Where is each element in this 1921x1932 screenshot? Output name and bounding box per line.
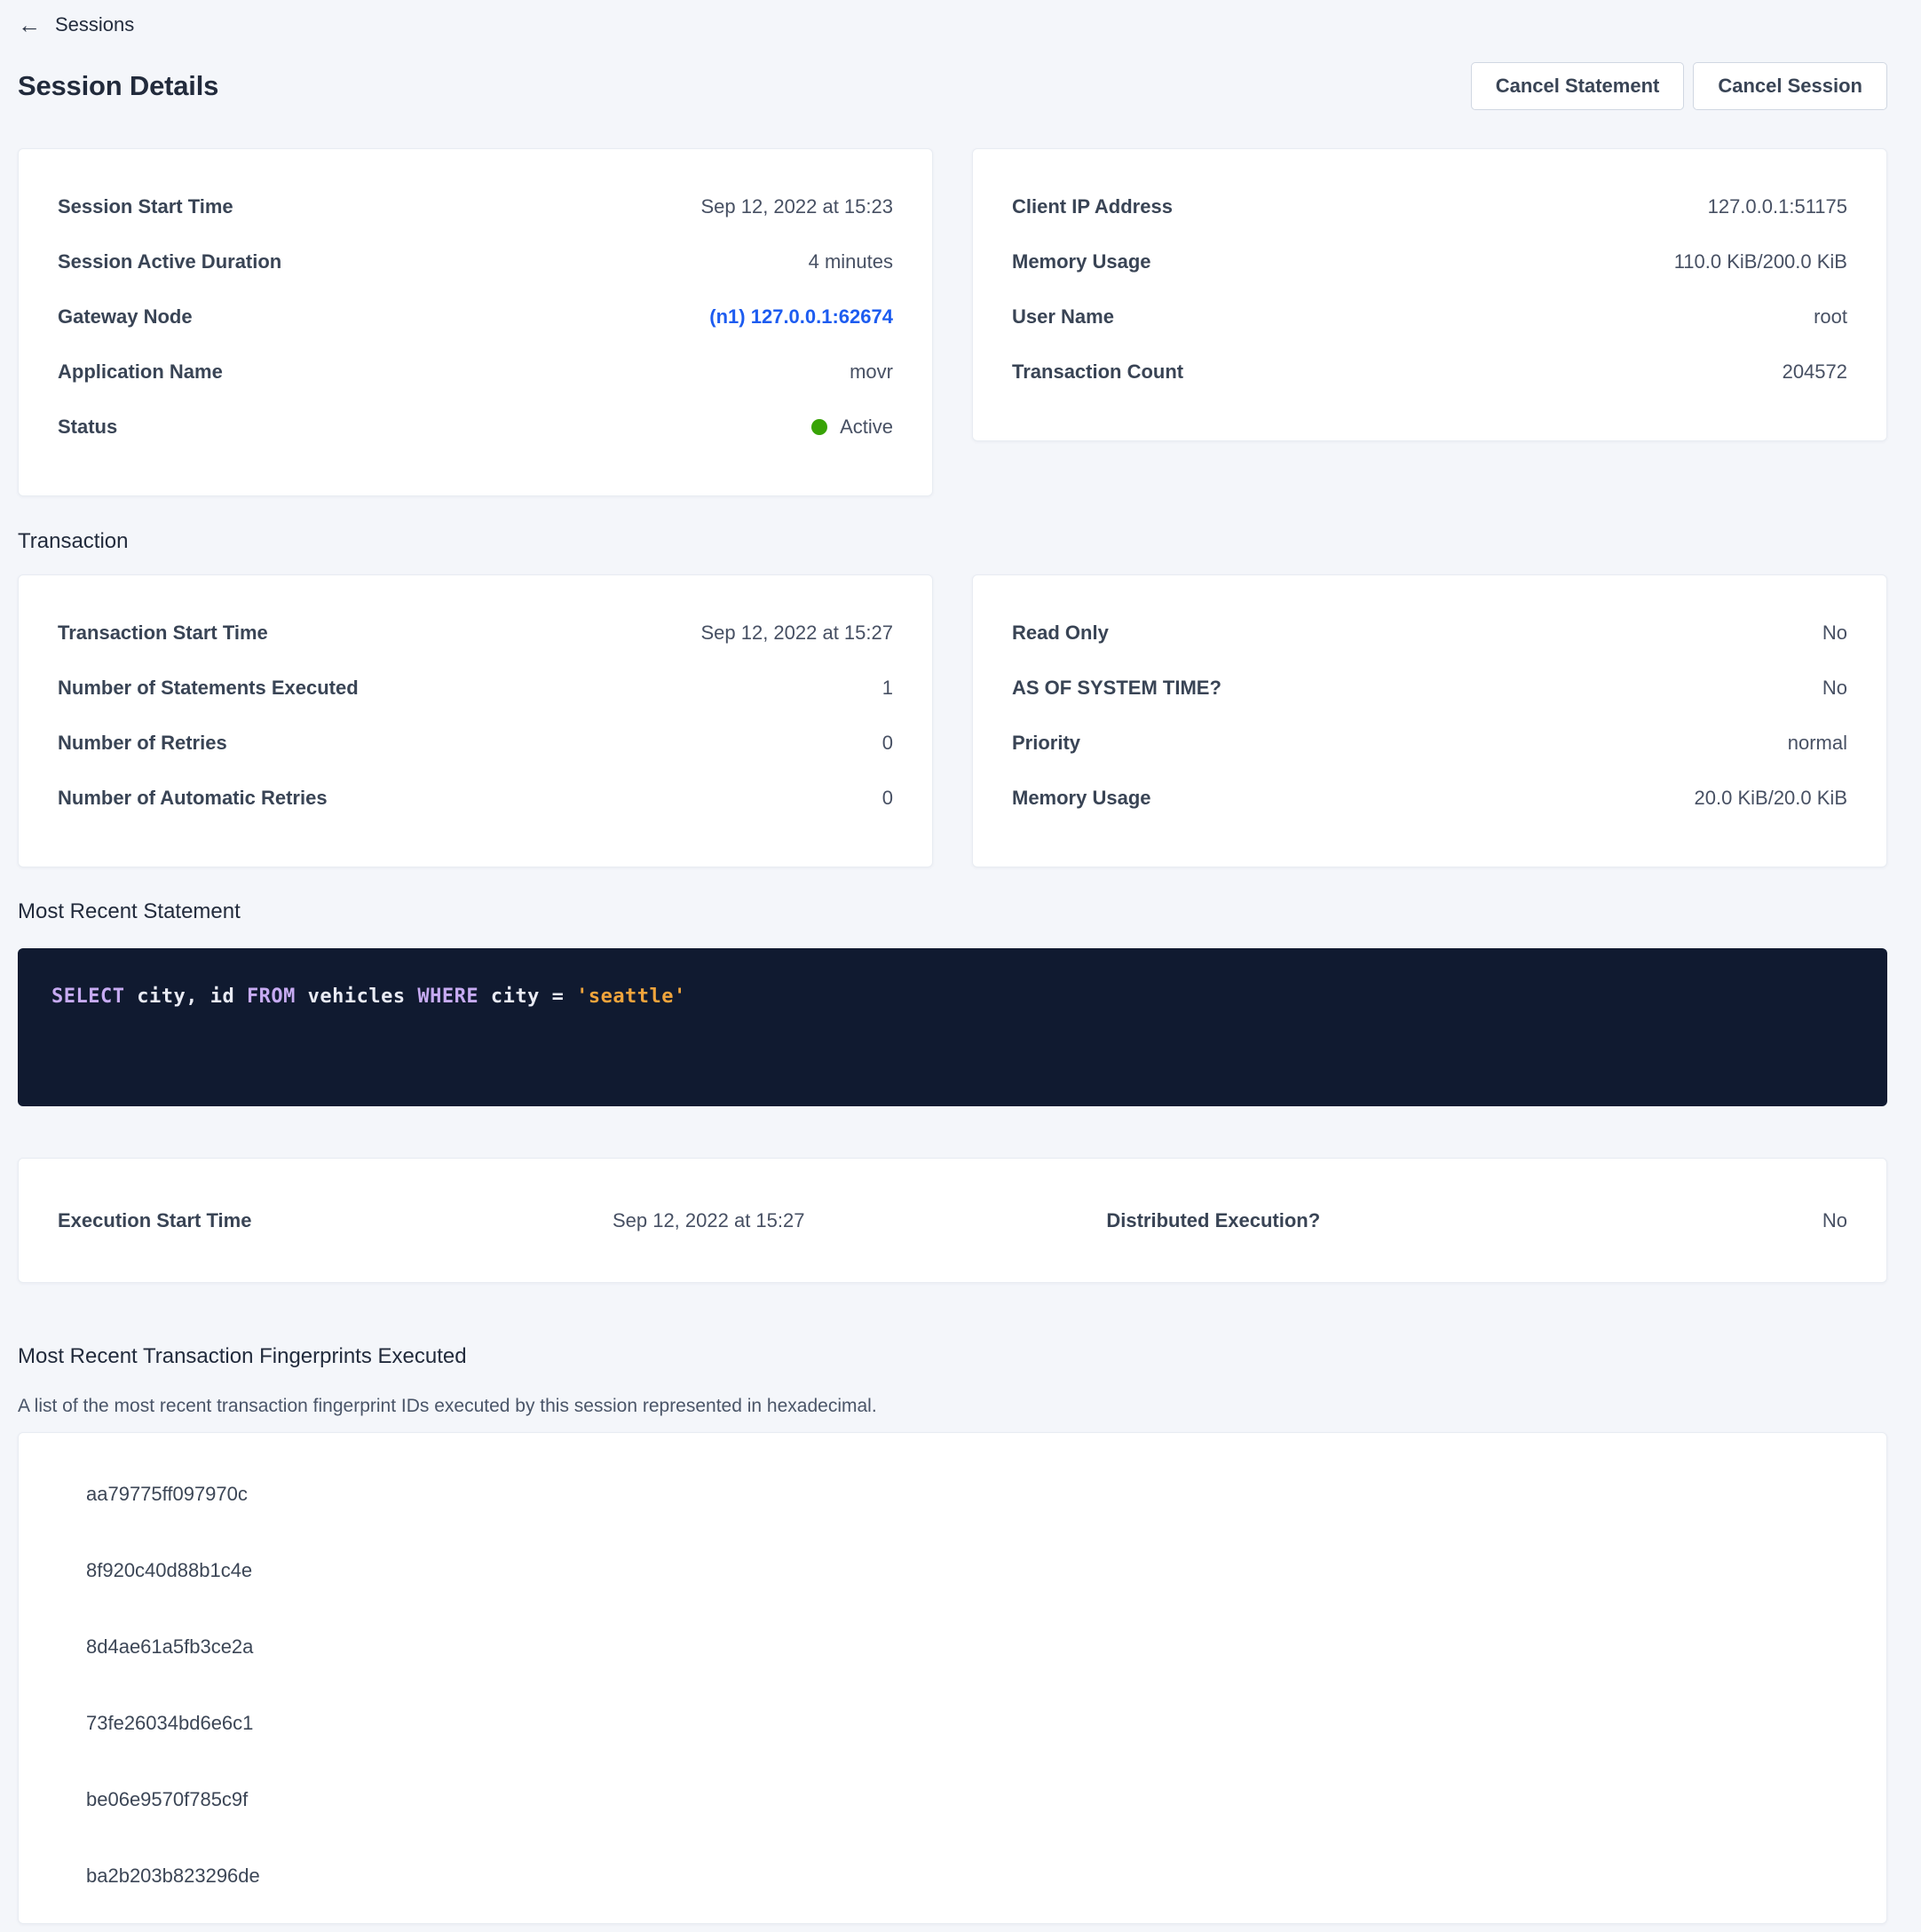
session-start-time-row: Session Start Time Sep 12, 2022 at 15:23 [58,179,893,234]
session-details-page: ← Sessions Session Details Cancel Statem… [0,0,1905,1924]
distributed-execution-value: No [1822,1209,1847,1232]
transaction-count-value: 204572 [1783,360,1847,384]
execution-start-time-label: Execution Start Time [58,1209,613,1232]
application-name-value: movr [850,360,893,384]
gateway-node-row: Gateway Node (n1) 127.0.0.1:62674 [58,289,893,344]
session-start-time-label: Session Start Time [58,195,233,218]
session-left-card: Session Start Time Sep 12, 2022 at 15:23… [18,148,933,496]
sql-keyword: SELECT [51,986,124,1008]
cancel-statement-button[interactable]: Cancel Statement [1471,62,1685,110]
page-header: Session Details Cancel Statement Cancel … [18,62,1887,110]
transaction-cards-row: Transaction Start Time Sep 12, 2022 at 1… [18,574,1887,867]
as-of-system-time-row: AS OF SYSTEM TIME? No [1012,661,1847,716]
fingerprint-item: be06e9570f785c9f [19,1762,1886,1838]
automatic-retries-value: 0 [882,787,893,810]
sql-keyword: WHERE [417,986,478,1008]
fingerprints-description: A list of the most recent transaction fi… [18,1396,1887,1417]
transaction-count-row: Transaction Count 204572 [1012,344,1847,400]
transaction-memory-usage-value: 20.0 KiB/20.0 KiB [1695,787,1847,810]
fingerprint-item: 73fe26034bd6e6c1 [19,1685,1886,1762]
status-row: Status Active [58,400,893,455]
as-of-system-time-label: AS OF SYSTEM TIME? [1012,677,1221,700]
session-active-duration-value: 4 minutes [809,250,893,273]
statements-executed-value: 1 [882,677,893,700]
session-memory-usage-row: Memory Usage 110.0 KiB/200.0 KiB [1012,234,1847,289]
breadcrumb-back-sessions[interactable]: ← Sessions [18,11,1887,39]
priority-row: Priority normal [1012,716,1847,771]
header-actions: Cancel Statement Cancel Session [1471,62,1887,110]
transaction-memory-usage-label: Memory Usage [1012,787,1151,810]
fingerprint-item: ba2b203b823296de [19,1838,1886,1914]
sql-string-literal: 'seattle' [576,986,686,1008]
session-memory-usage-label: Memory Usage [1012,250,1151,273]
status-active-dot-icon [811,419,827,435]
application-name-row: Application Name movr [58,344,893,400]
breadcrumb-label[interactable]: Sessions [55,13,134,36]
transaction-start-time-row: Transaction Start Time Sep 12, 2022 at 1… [58,606,893,661]
client-ip-value: 127.0.0.1:51175 [1708,195,1847,218]
fingerprint-item: 8d4ae61a5fb3ce2a [19,1609,1886,1685]
transaction-memory-usage-row: Memory Usage 20.0 KiB/20.0 KiB [1012,771,1847,826]
sql-text: vehicles [296,986,417,1008]
transaction-start-time-label: Transaction Start Time [58,622,268,645]
transaction-count-label: Transaction Count [1012,360,1183,384]
session-active-duration-label: Session Active Duration [58,250,281,273]
client-ip-row: Client IP Address 127.0.0.1:51175 [1012,179,1847,234]
status-value: Active [840,416,893,439]
statements-executed-row: Number of Statements Executed 1 [58,661,893,716]
distributed-execution-label: Distributed Execution? [1106,1209,1822,1232]
page-title: Session Details [18,70,218,102]
fingerprints-card: aa79775ff097970c 8f920c40d88b1c4e 8d4ae6… [18,1432,1887,1924]
client-ip-label: Client IP Address [1012,195,1173,218]
fingerprint-item: aa79775ff097970c [19,1456,1886,1532]
fingerprint-item: 8f920c40d88b1c4e [19,1532,1886,1609]
transaction-left-card: Transaction Start Time Sep 12, 2022 at 1… [18,574,933,867]
user-name-row: User Name root [1012,289,1847,344]
transaction-start-time-value: Sep 12, 2022 at 15:27 [700,622,893,645]
status-label: Status [58,416,117,439]
priority-label: Priority [1012,732,1080,755]
user-name-label: User Name [1012,305,1114,329]
read-only-value: No [1822,622,1847,645]
read-only-row: Read Only No [1012,606,1847,661]
priority-value: normal [1788,732,1847,755]
gateway-node-link[interactable]: (n1) 127.0.0.1:62674 [709,305,893,329]
application-name-label: Application Name [58,360,223,384]
session-start-time-value: Sep 12, 2022 at 15:23 [700,195,893,218]
cancel-session-button[interactable]: Cancel Session [1693,62,1887,110]
back-arrow-icon[interactable]: ← [18,13,41,36]
sql-statement-box: SELECT city, id FROM vehicles WHERE city… [18,948,1887,1106]
transaction-right-card: Read Only No AS OF SYSTEM TIME? No Prior… [972,574,1887,867]
automatic-retries-row: Number of Automatic Retries 0 [58,771,893,826]
transaction-section-heading: Transaction [18,529,1887,554]
gateway-node-label: Gateway Node [58,305,193,329]
status-badge: Active [811,416,893,439]
sql-keyword: FROM [247,986,296,1008]
execution-start-time-value: Sep 12, 2022 at 15:27 [613,1209,1106,1232]
session-right-card: Client IP Address 127.0.0.1:51175 Memory… [972,148,1887,441]
fingerprints-section-heading: Most Recent Transaction Fingerprints Exe… [18,1344,1887,1369]
statements-executed-label: Number of Statements Executed [58,677,359,700]
sql-text: city = [478,986,576,1008]
read-only-label: Read Only [1012,622,1109,645]
session-memory-usage-value: 110.0 KiB/200.0 KiB [1674,250,1847,273]
as-of-system-time-value: No [1822,677,1847,700]
session-active-duration-row: Session Active Duration 4 minutes [58,234,893,289]
session-summary-row: Session Start Time Sep 12, 2022 at 15:23… [18,148,1887,496]
statement-section-heading: Most Recent Statement [18,899,1887,924]
retries-value: 0 [882,732,893,755]
user-name-value: root [1814,305,1847,329]
automatic-retries-label: Number of Automatic Retries [58,787,328,810]
retries-label: Number of Retries [58,732,227,755]
execution-card: Execution Start Time Sep 12, 2022 at 15:… [18,1158,1887,1283]
sql-text: city, id [124,986,246,1008]
retries-row: Number of Retries 0 [58,716,893,771]
